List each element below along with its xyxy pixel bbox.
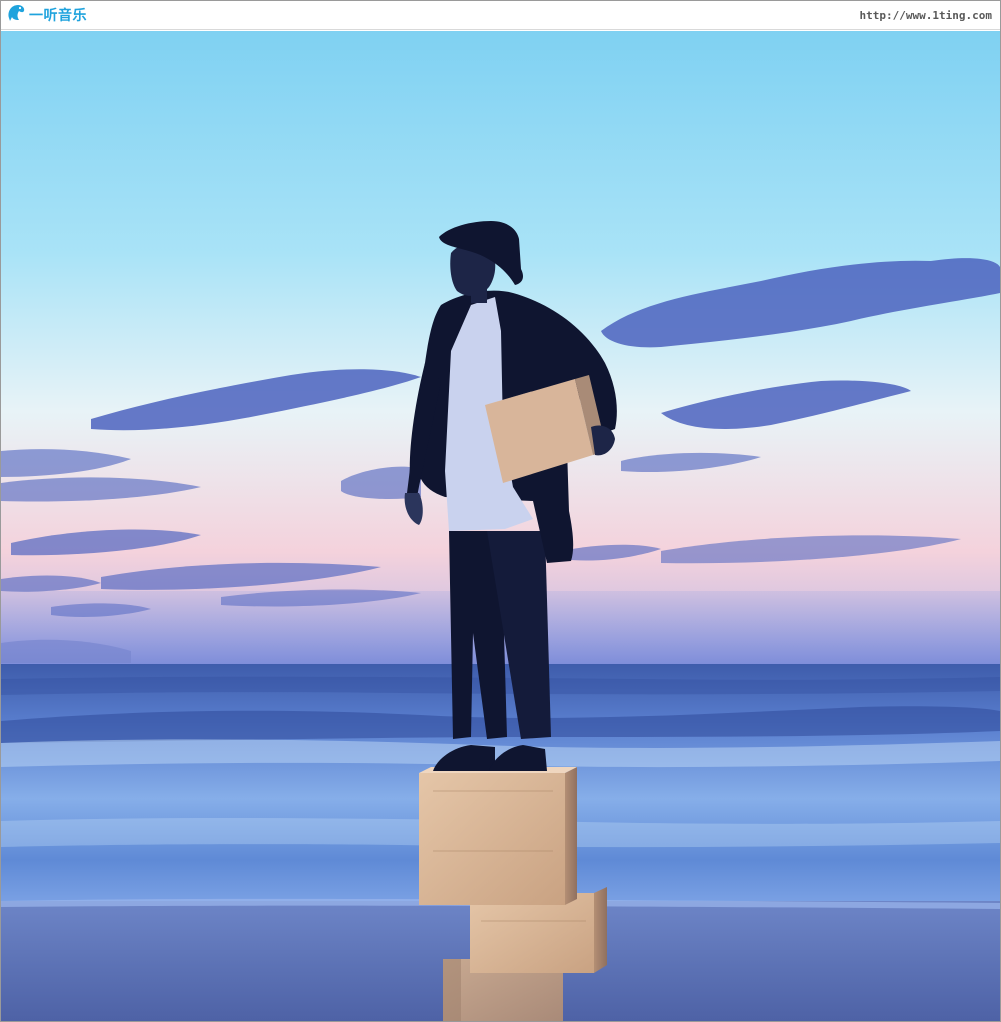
photo-scene (1, 31, 1000, 1021)
man-on-stacked-boxes-photo (1, 31, 1000, 1021)
brand-name: 一听音乐 (29, 8, 87, 24)
image-frame: 一听音乐 http://www.1ting.com (0, 0, 1001, 1022)
brand-logo: 一听音乐 (5, 2, 87, 28)
watermark-bar: 一听音乐 http://www.1ting.com (1, 1, 1000, 30)
watermark-url: http://www.1ting.com (859, 8, 992, 22)
dolphin-logo-icon (5, 2, 27, 28)
